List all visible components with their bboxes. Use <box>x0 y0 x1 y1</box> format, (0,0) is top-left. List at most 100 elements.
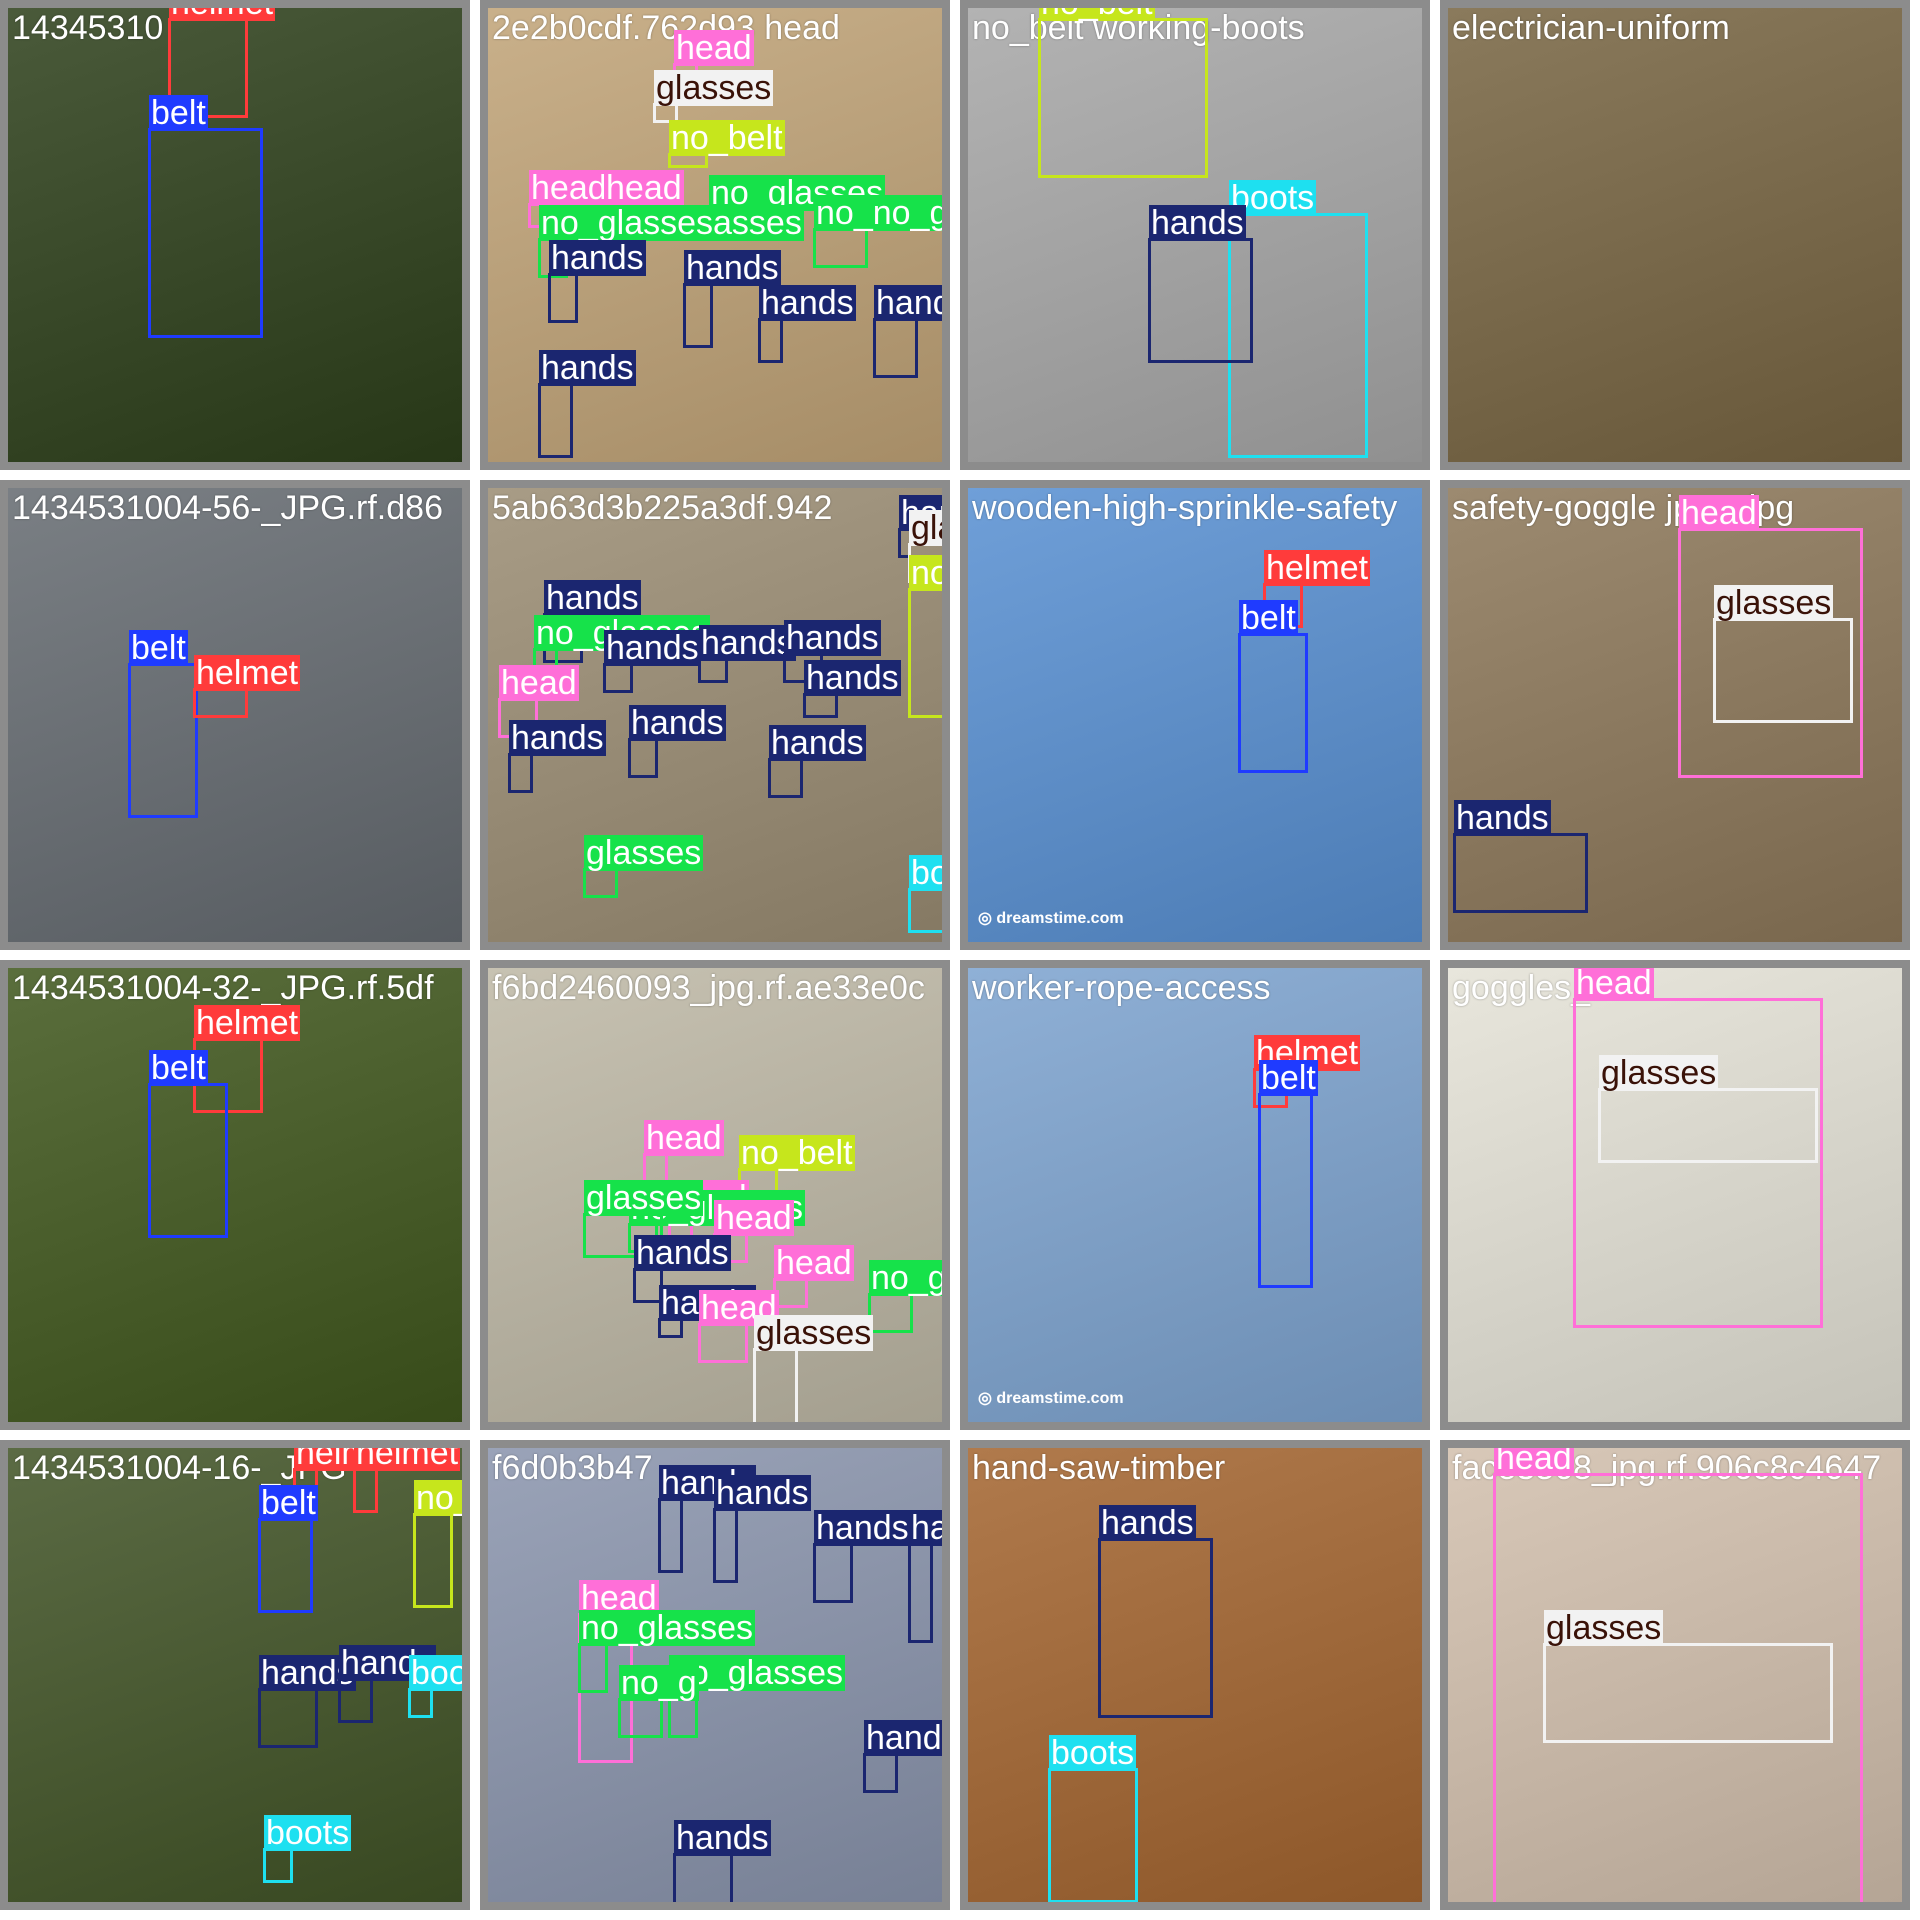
image-tile-16: face3868_jpg.rf.906c8c4647 head glasses <box>1440 1440 1910 1910</box>
bbox-glasses: glasses <box>1598 1055 1818 1163</box>
bbox-boots: boots <box>908 855 942 933</box>
bbox-hands: hands <box>873 285 942 378</box>
image-tile-7: wooden-high-sprinkle-safety ◎ dreamstime.… <box>960 480 1430 950</box>
bbox-label: no_glasses <box>579 1609 756 1647</box>
bbox-label: glasses <box>1599 1054 1719 1092</box>
bbox-label: belt <box>149 1049 208 1087</box>
bbox-label: hands <box>629 704 726 742</box>
image-tile-11: worker-rope-access ◎ dreamstime.com helmet… <box>960 960 1430 1430</box>
bbox-label: hands <box>544 579 641 617</box>
bbox-label: hands <box>604 629 701 667</box>
bbox-no-glasses: no_glasses <box>868 1260 942 1333</box>
bbox-hands: hands <box>673 1820 771 1902</box>
image-tile-4: electrician-uniform <box>1440 0 1910 470</box>
bbox-label: helmet <box>194 1004 301 1042</box>
bbox-label: belt <box>149 94 208 132</box>
image-tile-13: 1434531004-16-_JPGhelmethelmetbeltno_bel… <box>0 1440 470 1910</box>
bbox-label: hands <box>509 719 606 757</box>
bbox-hands: hands <box>863 1720 942 1793</box>
bbox-label: hands <box>874 285 942 321</box>
bbox-hands: hands <box>1453 800 1588 913</box>
bbox-belt: belt <box>258 1485 318 1613</box>
bbox-label: glasses <box>584 834 704 872</box>
image-tile-9: 1434531004-32-_JPG.rf.5df helmet belt <box>0 960 470 1430</box>
bbox-belt: belt <box>1258 1060 1318 1288</box>
bbox-label: glasses <box>754 1314 874 1352</box>
bbox-label: no_g <box>619 1664 699 1702</box>
bbox-boots: boots <box>263 1815 352 1883</box>
image-tile-1: 14345310 helmet belt <box>0 0 470 470</box>
bbox-label: boots <box>264 1814 352 1852</box>
bbox-label: hands <box>539 349 636 387</box>
bbox-label: hands <box>1454 799 1551 837</box>
bbox-label: head <box>714 1199 794 1237</box>
bbox-hands: hands <box>1148 205 1253 363</box>
bbox-label: no_belt <box>414 1480 462 1516</box>
bbox-hands: hands <box>683 250 781 348</box>
bbox-hands: hands <box>628 705 726 778</box>
bbox-head: head <box>1573 968 1823 1328</box>
bbox-label: hands <box>714 1474 811 1512</box>
image-tile-12: goggles_14 head glasses <box>1440 960 1910 1430</box>
bbox-hands: hands <box>803 660 901 718</box>
bbox-label: belt <box>259 1484 318 1522</box>
bbox-label: hands <box>699 624 796 662</box>
bbox-helmet: helmet <box>193 655 301 718</box>
image-tile-10: f6bd2460093_jpg.rf.ae33e0c head no_belt hea… <box>480 960 950 1430</box>
bbox-label: head <box>499 664 579 702</box>
bbox-label: helmet <box>194 654 301 692</box>
image-tile-8: safety-goggle jpeg_jpg head glasses hands <box>1440 480 1910 950</box>
bbox-hands: hands <box>508 720 606 793</box>
bbox-no-belt: no_belt <box>908 555 942 718</box>
image-tile-3: no_belt working-boots no_belt boots hands <box>960 0 1430 470</box>
bbox-glasses: glasses <box>753 1315 874 1422</box>
bbox-label: head <box>604 169 684 207</box>
bbox-hands: hands <box>1098 1505 1213 1718</box>
bbox-label: hands <box>684 249 781 287</box>
bbox-belt: belt <box>148 95 263 338</box>
bbox-label: helmet <box>169 8 276 21</box>
bbox-no-belt: no_belt <box>668 120 785 168</box>
bbox-label: hands <box>769 724 866 762</box>
bbox-belt: belt <box>1238 600 1308 773</box>
bbox-hands: hands <box>813 1510 911 1603</box>
bbox-glasses: glasses <box>583 835 704 898</box>
bbox-label: no_belt <box>1039 8 1155 21</box>
bbox-label: helmet <box>1264 549 1371 587</box>
watermark: ◎ dreamstime.com <box>978 910 1124 927</box>
bbox-label: hands <box>804 659 901 697</box>
bbox-hands: hands <box>538 350 636 458</box>
bbox-no-belt: no_belt <box>413 1480 462 1608</box>
bbox-hands: hands <box>908 1510 942 1643</box>
bbox-belt: belt <box>128 630 198 818</box>
bbox-label: no_no_glasses <box>814 195 942 231</box>
bbox-no-g: no_g <box>618 1665 699 1738</box>
image-tile-2: 2e2b0cdf.762d93 head head glasses no_belt he… <box>480 0 950 470</box>
bbox-label: hands <box>864 1720 942 1756</box>
bbox-hands: hands <box>338 1645 436 1723</box>
bbox-glasses: glasses <box>1543 1610 1833 1743</box>
bbox-label: head <box>774 1244 854 1282</box>
bbox-hands: hands <box>758 285 856 363</box>
bbox-label: belt <box>1239 599 1298 637</box>
bbox-label: boots <box>409 1655 462 1691</box>
bbox-label: boots <box>1049 1734 1137 1772</box>
image-tile-14: f6d0b3b47handshandshandshandsheadno_glas… <box>480 1440 950 1910</box>
bbox-label: head <box>674 29 754 67</box>
bbox-hands: hands <box>258 1655 356 1748</box>
bbox-label: hands <box>784 619 881 657</box>
bbox-label: no_belt <box>909 555 942 591</box>
bbox-label: head <box>644 1119 724 1157</box>
bbox-label: boots <box>909 855 942 891</box>
image-tile-5: 1434531004-56-_JPG.rf.d86 belt helmet <box>0 480 470 950</box>
bbox-label: glasses <box>654 69 774 107</box>
bbox-hands: hands <box>603 630 701 693</box>
bbox-label: head <box>1574 964 1654 1002</box>
bbox-no-belt: no_belt <box>1038 8 1208 178</box>
bbox-hands: hands <box>713 1475 811 1583</box>
watermark: ◎ dreamstime.com <box>978 1390 1124 1407</box>
bbox-label: glasses <box>1714 584 1834 622</box>
bbox-hands: hands <box>698 625 796 683</box>
bbox-label: glasses <box>909 510 942 546</box>
bbox-label: no_belt <box>739 1134 855 1172</box>
